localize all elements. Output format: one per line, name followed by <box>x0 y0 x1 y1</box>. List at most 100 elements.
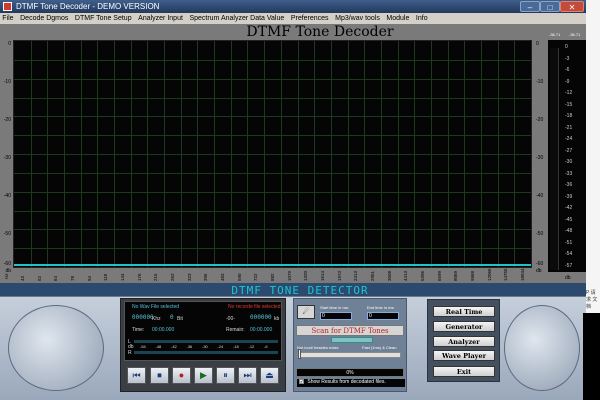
window-title: DTMF Tone Decoder - DEMO VERSION <box>16 2 160 11</box>
meter-tick-label: -39 <box>565 193 573 200</box>
vu-scale-label: -54 <box>140 344 146 349</box>
y-tick-right: -30 <box>536 155 544 161</box>
x-tick-label: 1614 <box>320 270 325 281</box>
x-tick-label: 263 <box>170 273 175 281</box>
grid-line-horizontal <box>14 229 531 231</box>
level-meter-header: -36.71 -36.71 <box>548 32 586 40</box>
minimize-button[interactable]: – <box>520 1 540 12</box>
next-button[interactable]: ⏭ <box>238 367 257 384</box>
scan-indicator <box>331 337 373 343</box>
prev-button[interactable]: ⏮ <box>127 367 146 384</box>
grid-line-horizontal <box>14 78 531 80</box>
menu-decode-demos[interactable]: Decode Dgmos <box>18 15 71 22</box>
pause-button[interactable]: ⏸ <box>216 367 235 384</box>
vu-scale-label: -30 <box>202 344 208 349</box>
meter-tick-label: -12 <box>565 90 573 96</box>
exit-button[interactable]: Exit <box>433 366 495 377</box>
x-tick-label: 176 <box>136 273 142 281</box>
stop-button[interactable]: ⏹ <box>150 367 169 384</box>
menu-info[interactable]: Info <box>414 15 430 22</box>
spectrum-trace <box>14 264 531 266</box>
x-axis-unit: Hz <box>4 273 9 280</box>
start-time-input[interactable]: 0 <box>320 312 352 320</box>
eject-icon: ⏏ <box>265 370 274 380</box>
x-tick-label: 2951 <box>370 270 375 281</box>
start-time-value: 0 <box>322 313 325 319</box>
menu-mp3-wav-tools[interactable]: Mp3/wav tools <box>333 15 382 22</box>
close-button[interactable]: ✕ <box>560 1 584 12</box>
vu-meter-right <box>134 351 278 354</box>
vu-scale-label: -42 <box>171 344 177 349</box>
level-meter-bar <box>550 48 559 270</box>
x-tick-label: 882 <box>270 273 275 281</box>
vu-meter-left <box>134 340 278 343</box>
menu-preferences[interactable]: Preferences <box>289 15 331 22</box>
sensitivity-slider[interactable] <box>297 352 401 358</box>
speaker-icon[interactable]: ☄ <box>297 305 315 319</box>
y-tick-right: -10 <box>536 79 544 85</box>
x-tick-label: 43 <box>20 275 25 281</box>
record-icon: ● <box>178 370 185 380</box>
show-results-checkbox[interactable]: ✔ <box>299 379 304 385</box>
meter-unit: db <box>565 275 571 281</box>
analyzer-button[interactable]: Analyzer <box>433 336 495 347</box>
decorative-ring-left <box>8 305 104 391</box>
y-tick-left: 0 <box>8 41 11 47</box>
x-tick-label: 64 <box>53 275 59 281</box>
meter-tick-label: -45 <box>565 216 573 223</box>
eject-button[interactable]: ⏏ <box>260 367 279 384</box>
show-results-row[interactable]: ✔ Show Results from decodated files. <box>297 379 405 387</box>
real-time-button[interactable]: Real Time <box>433 306 495 317</box>
record-button[interactable]: ● <box>172 367 191 384</box>
x-tick-label: 9868 <box>470 270 475 281</box>
menu-analyzer-input[interactable]: Analyzer Input <box>136 15 185 22</box>
start-time-label: Start time in ms: <box>320 305 349 310</box>
meter-tick-label: -36 <box>565 182 573 188</box>
sensitivity-slider-thumb[interactable] <box>298 349 301 359</box>
app-icon <box>3 2 12 11</box>
bit-unit: Bit <box>177 316 183 322</box>
x-tick-label: 144 <box>120 273 125 281</box>
menu-dtmf-tone-setup[interactable]: DTMF Tone Setup <box>73 15 134 22</box>
generator-button[interactable]: Generator <box>433 321 495 332</box>
title-bar: DTMF Tone Decoder - DEMO VERSION <box>0 0 586 13</box>
x-tick-label: 6599 <box>436 270 442 281</box>
x-tick-label: 590 <box>236 273 242 281</box>
meter-tick-label: -54 <box>565 251 573 257</box>
x-tick-label: 12066 <box>486 268 492 281</box>
file-error: No recorde file selected <box>228 304 281 310</box>
menu-file[interactable]: File <box>0 15 16 22</box>
slider-right-label: Fast (1ms) & Clean <box>362 345 397 350</box>
vu-scale-label: -12 <box>248 344 255 349</box>
x-tick-label: 5396 <box>420 270 425 281</box>
scan-dtmf-button[interactable]: Scan for DTMF Tones <box>296 325 404 336</box>
vu-scale-label: -24 <box>217 344 224 349</box>
x-tick-label: 483 <box>220 273 225 281</box>
plot-title: DTMF Tone Decoder <box>246 24 394 40</box>
meter-tick-label: -48 <box>565 228 573 234</box>
meter-tick-label: -24 <box>565 136 573 142</box>
maximize-button[interactable]: □ <box>540 1 560 12</box>
x-tick-label: 1320 <box>303 270 309 281</box>
meter-tick-label: -6 <box>565 67 570 73</box>
show-results-label: Show Results from decodated files. <box>307 379 386 385</box>
x-tick-label: 78 <box>70 275 75 281</box>
scan-progress: 0% <box>296 368 404 377</box>
x-tick-label: 323 <box>186 273 192 281</box>
y-tick-left: -50 <box>3 231 11 237</box>
x-tick-label: 3608 <box>386 270 392 281</box>
menu-module[interactable]: Module <box>384 15 412 22</box>
wave-player-button[interactable]: Wave Player <box>433 350 495 361</box>
menu-spectrum-analyzer[interactable]: Spectrum Analyzer Data Value <box>187 15 286 22</box>
play-button[interactable]: ▶ <box>194 367 213 384</box>
grid-line-horizontal <box>14 97 531 99</box>
slider-left-label: Not loud/ besides noise <box>297 345 339 350</box>
meter-tick-label: -57 <box>565 262 573 269</box>
x-tick-label: 18044 <box>520 268 525 281</box>
vu-scale-label: -6 <box>264 344 268 349</box>
end-time-input[interactable]: 0 <box>367 312 399 320</box>
grid-line-horizontal <box>14 248 531 250</box>
y-tick-left: -40 <box>3 193 11 199</box>
play-icon: ▶ <box>200 370 207 380</box>
meter-tick-label: -18 <box>565 113 573 119</box>
